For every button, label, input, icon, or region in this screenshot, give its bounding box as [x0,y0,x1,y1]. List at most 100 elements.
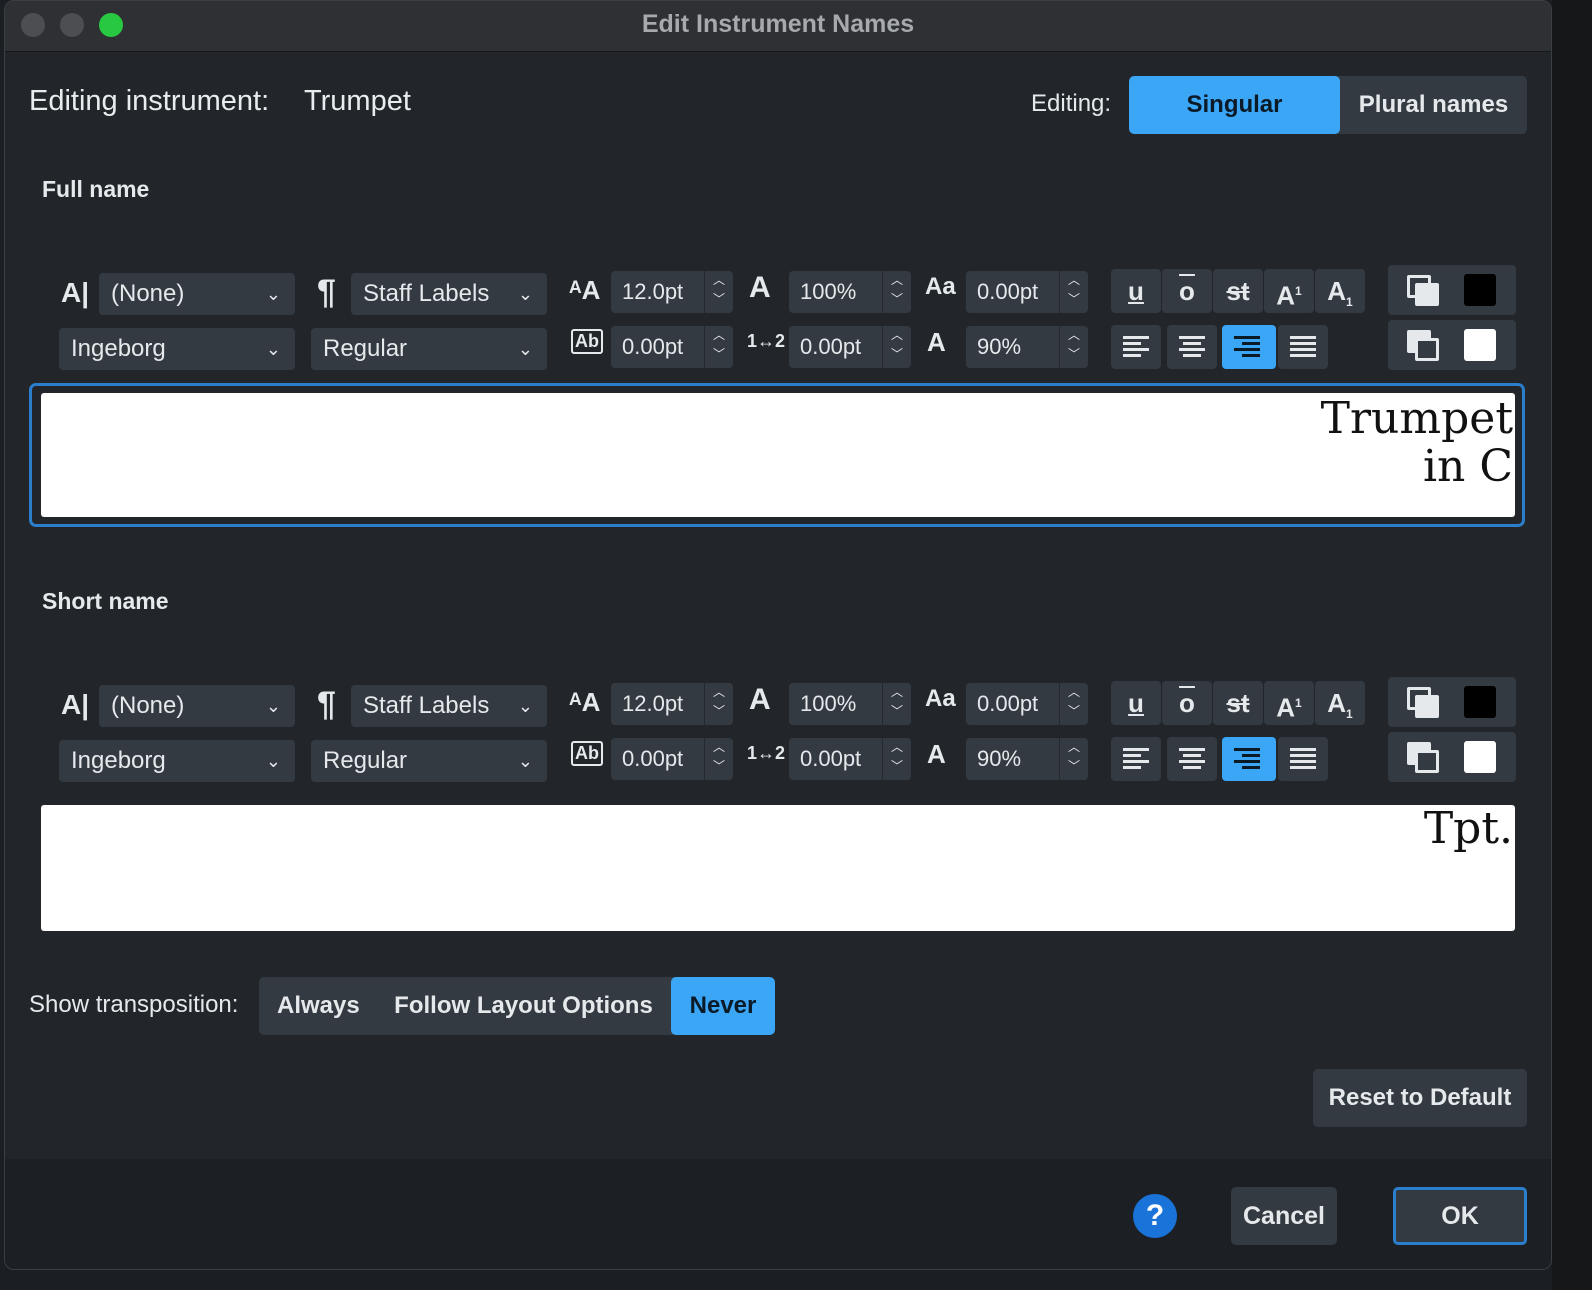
line-spacing-stepper[interactable]: 90% ︿ ﹀ [966,738,1088,780]
underline-button[interactable]: u [1111,681,1161,725]
text-color-control [1388,677,1516,727]
stepper-arrows-icon[interactable]: ︿ ﹀ [882,271,911,313]
baseline-stepper[interactable]: 0.00pt ︿ ﹀ [966,683,1088,725]
text-color-icon [1407,687,1439,718]
help-icon[interactable]: ? [1133,1194,1177,1238]
align-right-button[interactable] [1222,325,1276,369]
font-weight-dropdown[interactable]: Regular ⌄ [311,740,547,782]
character-style-dropdown[interactable]: (None) ⌄ [99,685,295,727]
line-spacing-icon: A [927,739,946,769]
chevron-down-icon: ⌄ [517,339,533,359]
tracking-stepper[interactable]: 0.00pt ︿ ﹀ [611,326,733,368]
stepper-arrows-icon[interactable]: ︿ ﹀ [1059,683,1088,725]
text-color-control [1388,265,1516,315]
paragraph-style-dropdown[interactable]: Staff Labels ⌄ [351,685,547,727]
character-style-icon: A| [61,277,90,308]
spacing-stepper[interactable]: 0.00pt ︿ ﹀ [789,326,911,368]
background-color-icon [1407,742,1439,773]
text-color-swatch[interactable] [1464,274,1496,306]
full-name-text-editor[interactable]: Trumpet in C [41,393,1515,517]
character-style-value: (None) [111,692,185,719]
paragraph-style-icon: ¶ [317,685,336,723]
edit-instrument-names-dialog: Edit Instrument Names Editing instrument… [4,0,1552,1270]
justify-button[interactable] [1278,737,1328,781]
align-center-icon [1179,336,1205,358]
short-name-text-editor[interactable]: Tpt. [41,805,1515,931]
strikethrough-button[interactable]: st [1213,681,1263,725]
stepper-arrows-icon[interactable]: ︿ ﹀ [1059,271,1088,313]
font-size-stepper[interactable]: 12.0pt ︿ ﹀ [611,271,733,313]
font-size-value: 12.0pt [622,691,684,716]
text-color-swatch[interactable] [1464,686,1496,718]
stepper-arrows-icon[interactable]: ︿ ﹀ [704,326,733,368]
baseline-stepper[interactable]: 0.00pt ︿ ﹀ [966,271,1088,313]
stepper-arrows-icon[interactable]: ︿ ﹀ [1059,326,1088,368]
transposition-never-button[interactable]: Never [671,977,775,1035]
stepper-arrows-icon[interactable]: ︿ ﹀ [882,683,911,725]
stepper-arrows-icon[interactable]: ︿ ﹀ [704,738,733,780]
spacing-value: 0.00pt [800,746,862,771]
justify-button[interactable] [1278,325,1328,369]
character-style-dropdown[interactable]: (None) ⌄ [99,273,295,315]
subscript-button[interactable]: A1 [1315,269,1365,313]
font-size-stepper[interactable]: 12.0pt ︿ ﹀ [611,683,733,725]
scale-stepper[interactable]: 100% ︿ ﹀ [789,271,911,313]
plural-names-button[interactable]: Plural names [1340,76,1527,134]
line-spacing-value: 90% [977,334,1022,359]
full-name-heading: Full name [42,176,150,202]
overline-button[interactable]: o [1162,269,1212,313]
tracking-stepper[interactable]: 0.00pt ︿ ﹀ [611,738,733,780]
transposition-follow-layout-button[interactable]: Follow Layout Options [376,977,671,1035]
font-family-value: Ingeborg [71,747,166,774]
overline-button[interactable]: o [1162,681,1212,725]
background-color-swatch[interactable] [1464,741,1496,773]
text-color-icon [1407,275,1439,306]
scale-stepper[interactable]: 100% ︿ ﹀ [789,683,911,725]
spacing-value: 0.00pt [800,334,862,359]
stepper-arrows-icon[interactable]: ︿ ﹀ [1059,738,1088,780]
font-weight-value: Regular [323,335,408,362]
background-color-control [1388,320,1516,370]
align-right-button[interactable] [1222,737,1276,781]
reset-to-default-button[interactable]: Reset to Default [1313,1069,1527,1127]
font-family-dropdown[interactable]: Ingeborg ⌄ [59,328,295,370]
font-family-dropdown[interactable]: Ingeborg ⌄ [59,740,295,782]
short-name-line: Tpt. [1423,803,1513,854]
font-size-icon: ᴬA [569,275,601,305]
subscript-button[interactable]: A1 [1315,681,1365,725]
align-left-button[interactable] [1111,325,1161,369]
strikethrough-button[interactable]: st [1213,269,1263,313]
line-spacing-stepper[interactable]: 90% ︿ ﹀ [966,326,1088,368]
stepper-arrows-icon[interactable]: ︿ ﹀ [882,326,911,368]
scale-value: 100% [800,691,857,716]
align-center-button[interactable] [1167,737,1217,781]
paragraph-style-dropdown[interactable]: Staff Labels ⌄ [351,273,547,315]
stepper-arrows-icon[interactable]: ︿ ﹀ [882,738,911,780]
stepper-arrows-icon[interactable]: ︿ ﹀ [704,271,733,313]
singular-names-button[interactable]: Singular names [1129,76,1340,134]
cancel-button[interactable]: Cancel [1231,1187,1337,1245]
paragraph-style-icon: ¶ [317,273,336,311]
superscript-icon: A [1276,280,1296,311]
align-right-icon [1234,748,1260,770]
font-weight-value: Regular [323,747,408,774]
full-name-toolbar: A| (None) ⌄ ¶ Staff Labels ⌄ Ingeborg ⌄ … [5,263,1551,373]
tracking-value: 0.00pt [622,334,684,359]
scale-value: 100% [800,279,857,304]
font-weight-dropdown[interactable]: Regular ⌄ [311,328,547,370]
align-center-button[interactable] [1167,325,1217,369]
background-color-swatch[interactable] [1464,329,1496,361]
stepper-arrows-icon[interactable]: ︿ ﹀ [704,683,733,725]
ok-button[interactable]: OK [1393,1187,1527,1245]
spacing-stepper[interactable]: 0.00pt ︿ ﹀ [789,738,911,780]
superscript-button[interactable]: A1 [1264,681,1314,725]
align-left-button[interactable] [1111,737,1161,781]
underline-button[interactable]: u [1111,269,1161,313]
background-color-icon [1407,330,1439,361]
superscript-button[interactable]: A1 [1264,269,1314,313]
character-style-icon: A| [61,689,90,720]
baseline-shift-icon: Aa [925,273,956,300]
chevron-down-icon: ⌄ [517,284,533,304]
transposition-always-button[interactable]: Always [259,977,376,1035]
spacing-icon: 1↔2 [747,743,786,763]
